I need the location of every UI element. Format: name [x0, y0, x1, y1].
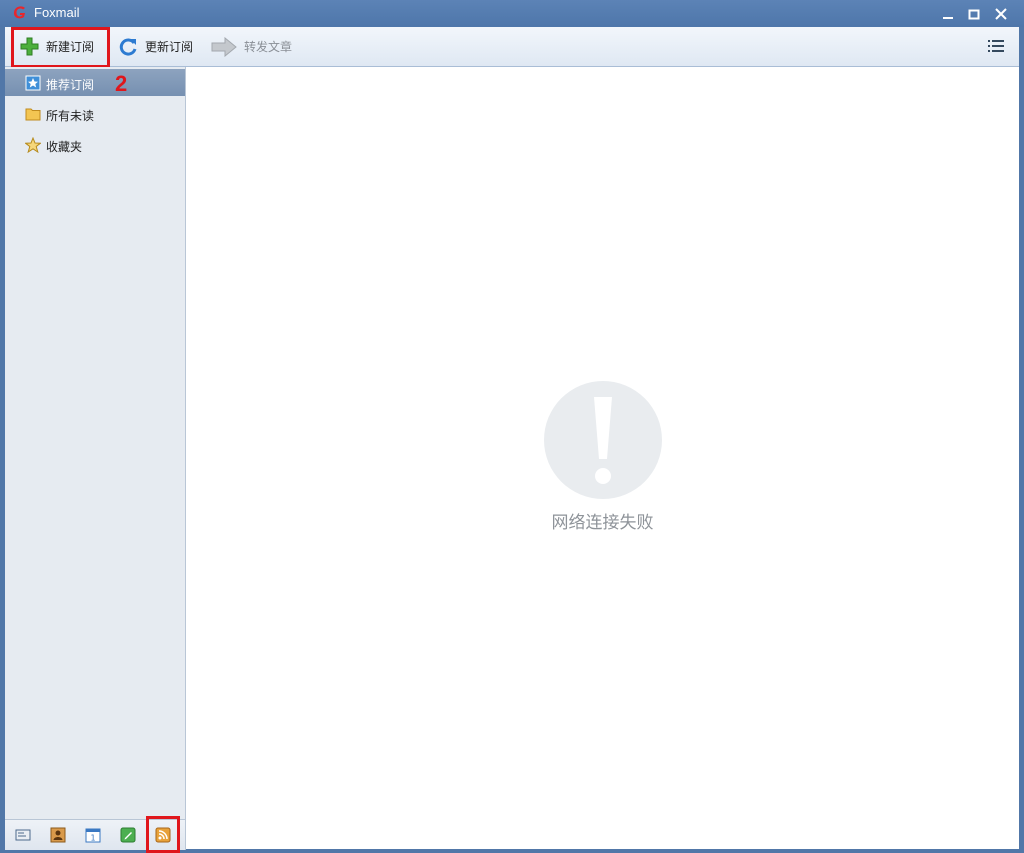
- refresh-icon: [119, 38, 137, 56]
- sidebar: 推荐订阅 所有未读 收藏夹: [5, 67, 186, 819]
- foxmail-window: Foxmail 新建订阅 更新订阅 转发文章 推荐订阅 所有未读 收藏夹 2 1…: [0, 0, 1024, 853]
- menu-button[interactable]: [987, 38, 1005, 54]
- network-error-message: 网络连接失败: [551, 513, 654, 533]
- refresh-subscription-label: 更新订阅: [145, 40, 194, 54]
- sidebar-item-all-unread[interactable]: 所有未读: [5, 100, 185, 127]
- minimize-button[interactable]: [937, 4, 959, 24]
- notes-icon[interactable]: [120, 827, 136, 843]
- sidebar-item-label: 推荐订阅: [46, 78, 95, 92]
- calendar-day-text: 1: [90, 834, 95, 843]
- calendar-icon[interactable]: 1: [85, 827, 101, 843]
- forward-article-label: 转发文章: [244, 40, 293, 54]
- forward-article-button[interactable]: 转发文章: [211, 27, 292, 66]
- mail-icon[interactable]: [15, 827, 31, 843]
- window-title: Foxmail: [34, 5, 80, 20]
- sidebar-item-favorites[interactable]: 收藏夹: [5, 131, 185, 158]
- forward-arrow-icon: [211, 36, 237, 57]
- refresh-subscription-button[interactable]: 更新订阅: [118, 27, 193, 66]
- contacts-icon[interactable]: [50, 827, 66, 843]
- main-content: 网络连接失败: [186, 67, 1019, 849]
- sidebar-item-label: 所有未读: [46, 109, 95, 123]
- maximize-button[interactable]: [963, 4, 985, 24]
- star-icon: [25, 137, 41, 153]
- highlight-box-new-subscription: [11, 27, 110, 68]
- sidebar-item-label: 收藏夹: [46, 140, 83, 154]
- folder-icon: [25, 108, 41, 121]
- title-bar[interactable]: Foxmail: [0, 0, 1024, 27]
- close-icon: [995, 8, 1007, 20]
- foxmail-logo-icon: [13, 6, 25, 19]
- maximize-icon: [968, 9, 980, 20]
- close-button[interactable]: [990, 4, 1012, 24]
- highlight-box-rss: [146, 816, 180, 853]
- toolbar: 新建订阅 更新订阅 转发文章: [5, 27, 1019, 67]
- annotation-number-2: 2: [115, 71, 128, 96]
- error-exclamation-icon: [544, 381, 662, 499]
- sidebar-item-recommended[interactable]: 推荐订阅: [5, 69, 185, 96]
- star-badge-icon: [25, 75, 41, 91]
- minimize-icon: [943, 17, 953, 19]
- list-menu-icon: [988, 40, 1004, 52]
